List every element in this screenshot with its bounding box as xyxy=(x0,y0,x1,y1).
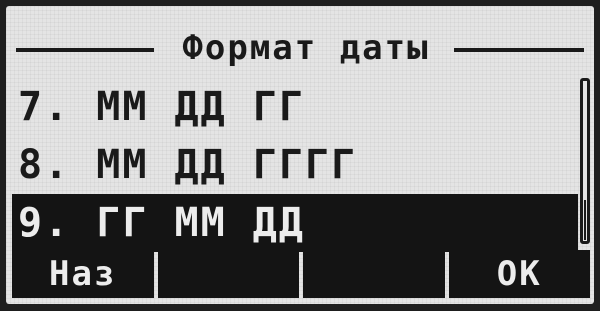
lcd-screen: Формат даты 7. ММ ДД ГГ 8. ММ ДД ГГГГ 9.… xyxy=(6,6,594,304)
title-divider-right xyxy=(454,48,584,52)
scrollbar-thumb[interactable] xyxy=(584,200,586,240)
empty-softkey-2[interactable] xyxy=(157,250,299,298)
list-item-label: 8. ММ ДД ГГГГ xyxy=(18,142,358,188)
device-bezel: Формат даты 7. ММ ДД ГГ 8. ММ ДД ГГГГ 9.… xyxy=(0,0,600,311)
list-item-date-format-9-selected[interactable]: 9. ГГ ММ ДД xyxy=(12,194,578,252)
list-item-date-format-8[interactable]: 8. ММ ДД ГГГГ xyxy=(12,136,578,194)
ok-softkey[interactable]: ОК xyxy=(448,250,590,298)
scrollbar[interactable] xyxy=(580,78,590,244)
softkey-bar: Наз ОК xyxy=(12,250,590,298)
title-divider-left xyxy=(16,48,154,52)
screen-title: Формат даты xyxy=(182,28,430,68)
list-item-label: 9. ГГ ММ ДД xyxy=(18,200,305,246)
list-item-label: 7. ММ ДД ГГ xyxy=(18,84,305,130)
title-row: Формат даты xyxy=(16,28,584,68)
list-item-date-format-7[interactable]: 7. ММ ДД ГГ xyxy=(12,78,578,136)
date-format-list: 7. ММ ДД ГГ 8. ММ ДД ГГГГ 9. ГГ ММ ДД xyxy=(12,78,578,252)
back-softkey[interactable]: Наз xyxy=(12,250,154,298)
empty-softkey-3[interactable] xyxy=(303,250,445,298)
